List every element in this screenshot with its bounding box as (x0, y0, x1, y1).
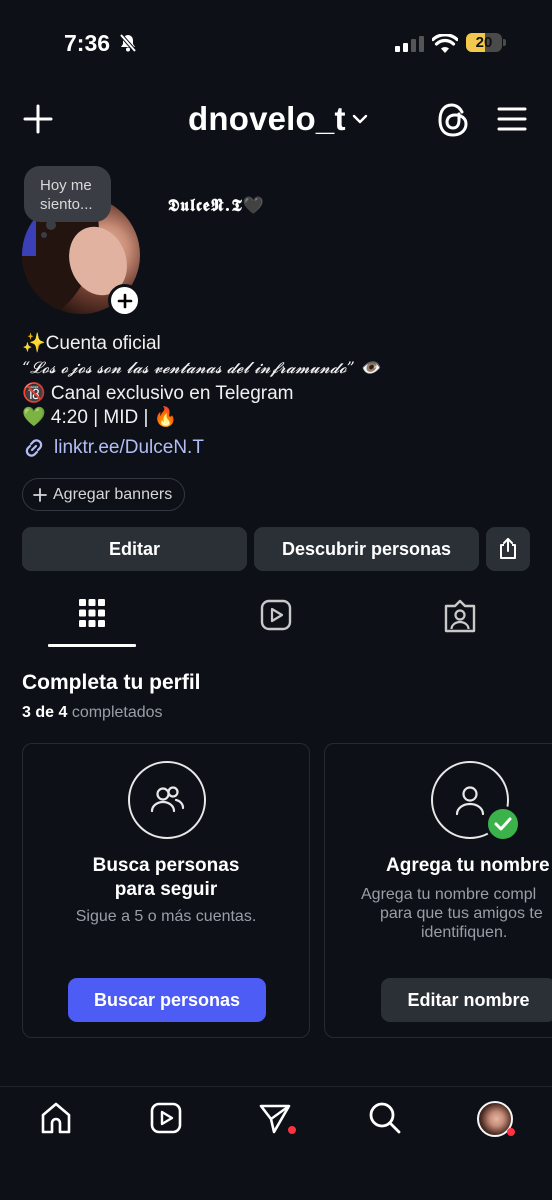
card-desc-line: Agrega tu nombre compl (361, 886, 537, 903)
complete-profile-progress: 3 de 4 completados (22, 704, 163, 722)
username: dnovelo_t (188, 100, 346, 137)
tab-active-indicator (48, 644, 136, 647)
card-title-line: para seguir (114, 879, 218, 900)
progress-label: completados (71, 704, 163, 721)
suggestion-card-follow: Busca personas para seguir Sigue a 5 o m… (22, 743, 310, 1038)
grid-icon (78, 598, 106, 628)
card-title: Busca personas para seguir (23, 854, 309, 902)
card-title-line: Busca personas (92, 855, 240, 876)
find-people-button[interactable]: Buscar personas (68, 978, 266, 1022)
bio-line: ✨Cuenta oficial (22, 333, 161, 354)
edit-profile-button[interactable]: Editar (22, 527, 247, 571)
progress-count: 3 de 4 (22, 704, 68, 721)
share-profile-button[interactable] (486, 527, 530, 571)
direct-notification-dot (288, 1126, 296, 1134)
link-text[interactable]: linktr.ee/DulceN.T (54, 437, 204, 459)
tab-tagged[interactable] (443, 598, 477, 634)
menu-icon[interactable] (497, 106, 527, 132)
account-switcher[interactable]: dnovelo_t (188, 100, 368, 138)
complete-profile-title: Completa tu perfil (22, 671, 201, 694)
tab-reels[interactable] (259, 598, 293, 632)
wifi-icon (432, 34, 458, 54)
suggestion-card-name: Agrega tu nombre Agrega tu nombre compl … (324, 743, 552, 1038)
bio-line: “𝓛𝓸𝓼 𝓸𝓳𝓸𝓼 𝓼𝓸𝓷 𝓵𝓪𝓼 𝓿𝓮𝓷𝓽𝓪𝓷𝓪𝓼 𝓭𝓮𝓵 𝓲𝓷𝓯𝓻𝓪𝓶𝓾𝓷𝓭… (22, 358, 380, 377)
create-post-button[interactable] (22, 103, 54, 135)
link-icon (22, 436, 46, 460)
checkmark-icon (485, 806, 521, 842)
home-icon (39, 1101, 73, 1135)
tagged-icon (443, 598, 477, 634)
battery-percent: 20 (475, 34, 493, 51)
nav-home[interactable] (39, 1101, 73, 1135)
people-icon (128, 761, 206, 839)
battery-tip (503, 39, 506, 46)
threads-icon[interactable] (436, 102, 470, 138)
bio-line: 🔞 Canal exclusivo en Telegram (22, 383, 294, 404)
card-description: Agrega tu nombre compl para que tus amig… (325, 885, 552, 942)
edit-name-button[interactable]: Editar nombre (381, 978, 552, 1022)
add-story-button[interactable] (108, 284, 141, 317)
card-desc-line: identifiquen. (421, 924, 508, 941)
plus-icon (33, 487, 47, 502)
bell-muted-icon (118, 33, 138, 53)
tab-posts-grid[interactable] (78, 598, 106, 628)
add-banners-label: Agregar banners (53, 485, 173, 503)
profile-notification-dot (507, 1128, 515, 1136)
reels-icon (149, 1101, 183, 1135)
battery-icon: 20 (466, 33, 502, 52)
nav-reels[interactable] (149, 1101, 183, 1135)
reels-icon (259, 598, 293, 632)
search-icon (368, 1101, 402, 1135)
bio-line: 💚 4:20 | MID | 🔥 (22, 407, 178, 428)
card-title: Agrega tu nombre (386, 855, 550, 876)
bio-link[interactable]: linktr.ee/DulceN.T (22, 436, 204, 460)
note-bubble[interactable]: Hoy me siento... (24, 166, 111, 222)
add-banners-button[interactable]: Agregar banners (22, 478, 186, 511)
signal-icon (395, 36, 424, 52)
nav-search[interactable] (368, 1101, 402, 1135)
note-tail-small (41, 232, 47, 238)
chevron-down-icon (352, 113, 368, 125)
nav-divider (0, 1086, 552, 1087)
nav-direct[interactable] (258, 1101, 292, 1135)
card-desc-line: para que tus amigos te (380, 905, 543, 922)
share-icon (497, 537, 519, 561)
card-description: Sigue a 5 o más cuentas. (75, 908, 257, 925)
note-tail (46, 220, 56, 230)
discover-people-button[interactable]: Descubrir personas (254, 527, 479, 571)
send-icon (258, 1101, 292, 1135)
display-name: 𝕯𝖚𝖑𝖈𝖊𝕹.𝕿🖤 (168, 196, 265, 216)
status-time: 7:36 (64, 30, 111, 56)
